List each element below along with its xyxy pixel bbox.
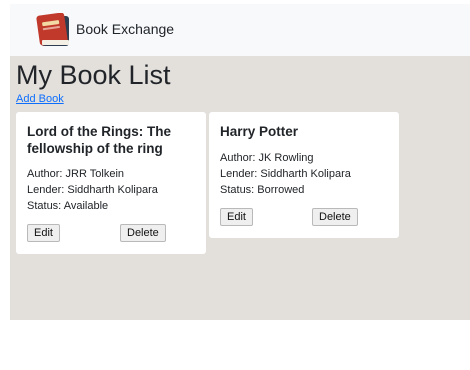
book-lender: Lender: Siddharth Kolipara xyxy=(27,184,158,196)
book-card: Lord of the Rings: The fellowship of the… xyxy=(16,112,206,254)
book-author: Author: JRR Tolkein xyxy=(27,168,125,180)
book-lender: Lender: Siddharth Kolipara xyxy=(220,168,351,180)
edit-button[interactable]: Edit xyxy=(220,208,253,226)
add-book-link[interactable]: Add Book xyxy=(16,93,64,105)
book-status: Status: Available xyxy=(27,200,109,212)
brand-name[interactable]: Book Exchange xyxy=(76,21,174,37)
book-title: Lord of the Rings: The fellowship of the… xyxy=(27,124,171,156)
page-title: My Book List xyxy=(16,60,171,90)
book-icon[interactable] xyxy=(36,13,74,49)
edit-button[interactable]: Edit xyxy=(27,224,60,242)
main-content: My Book List Add Book Lord of the Rings:… xyxy=(10,56,470,320)
delete-button[interactable]: Delete xyxy=(120,224,166,242)
delete-button[interactable]: Delete xyxy=(312,208,358,226)
book-title: Harry Potter xyxy=(220,124,299,139)
book-status: Status: Borrowed xyxy=(220,184,305,196)
book-author: Author: JK Rowling xyxy=(220,152,314,164)
navbar: Book Exchange xyxy=(10,4,470,56)
book-card: Harry Potter Author: JK Rowling Lender: … xyxy=(209,112,399,238)
